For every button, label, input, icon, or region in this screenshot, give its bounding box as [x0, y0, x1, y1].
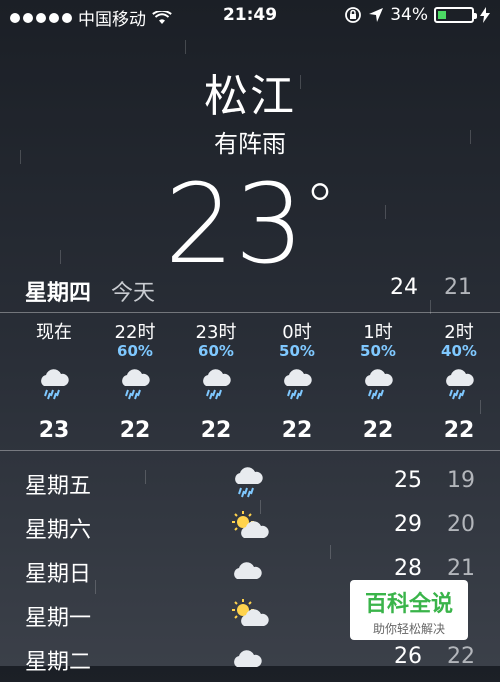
- day-low: 20: [447, 512, 475, 537]
- day-low: 19: [447, 468, 475, 493]
- current-temperature: 23°: [0, 160, 500, 288]
- rain-cloud-icon: [230, 464, 274, 500]
- day-name: 星期日: [25, 562, 92, 587]
- hourly-item: 23时 60% 22: [181, 318, 251, 443]
- precip-chance: 40%: [441, 342, 477, 360]
- day-high: 28: [394, 556, 422, 581]
- weather-condition: 有阵雨: [214, 130, 286, 158]
- hourly-item: 现在 23: [19, 318, 89, 443]
- day-name: 星期二: [25, 650, 92, 675]
- charging-bolt-icon: [480, 7, 490, 23]
- rain-cloud-icon: [181, 366, 251, 412]
- today-high: 24: [390, 275, 418, 300]
- day-high: 29: [394, 512, 422, 537]
- battery-icon: [434, 7, 477, 23]
- hourly-item: 0时 50% 22: [262, 318, 332, 443]
- hourly-item: 22时 60% 22: [100, 318, 170, 443]
- daily-row: 星期二 26 22: [25, 636, 475, 680]
- hour-label: 2时: [444, 322, 474, 343]
- rotation-lock-icon: [345, 7, 362, 23]
- day-low: 21: [447, 556, 475, 581]
- hour-temp: 22: [362, 418, 394, 443]
- precip-chance: 50%: [279, 342, 315, 360]
- precip-chance: [19, 342, 89, 366]
- day-low: 22: [447, 644, 475, 669]
- hour-temp: 22: [119, 418, 151, 443]
- rain-cloud-icon: [100, 366, 170, 412]
- battery-fill: [438, 11, 447, 19]
- divider: [0, 450, 500, 451]
- watermark-logo: 百科全说 助你轻松解决: [350, 580, 468, 640]
- degree-symbol: °: [304, 170, 336, 243]
- precip-chance: 50%: [360, 342, 396, 360]
- today-label: 今天: [111, 281, 156, 306]
- rain-cloud-icon: [424, 366, 494, 412]
- rain-cloud-icon: [19, 366, 89, 412]
- hourly-item: 1时 50% 22: [343, 318, 413, 443]
- hour-temp: 22: [281, 418, 313, 443]
- location-arrow-icon: [369, 8, 384, 22]
- hour-label: 22时: [114, 322, 156, 343]
- rain-cloud-icon: [343, 366, 413, 412]
- hour-temp: 23: [38, 418, 70, 443]
- cloud-icon: [230, 552, 274, 588]
- precip-chance: 60%: [117, 342, 153, 360]
- hour-label: 23时: [195, 322, 237, 343]
- rain-cloud-icon: [262, 366, 332, 412]
- battery-percent: 34%: [390, 5, 428, 25]
- hour-label: 0时: [282, 322, 312, 343]
- day-name: 星期一: [25, 606, 92, 631]
- hour-temp: 22: [443, 418, 475, 443]
- today-day: 星期四: [25, 281, 92, 306]
- day-name: 星期六: [25, 518, 92, 543]
- daily-row: 星期五 25 19: [25, 460, 475, 504]
- day-name: 星期五: [25, 474, 92, 499]
- day-high: 26: [394, 644, 422, 669]
- partly-sunny-icon: [230, 596, 274, 632]
- hour-label: 1时: [363, 322, 393, 343]
- today-low: 21: [444, 275, 472, 300]
- hourly-forecast[interactable]: 现在 23 22时 60% 22 23时 60% 22 0时 50% 22 1时…: [0, 318, 500, 448]
- daily-row: 星期六 29 20: [25, 504, 475, 548]
- hour-label: 现在: [36, 322, 72, 343]
- hourly-item: 2时 40% 22: [424, 318, 494, 443]
- temperature-value: 23: [164, 160, 305, 288]
- cloud-icon: [230, 640, 274, 676]
- status-bar: 中国移动 21:49 34%: [0, 0, 500, 32]
- precip-chance: 60%: [198, 342, 234, 360]
- watermark-title: 百科全说: [364, 592, 453, 617]
- day-high: 25: [394, 468, 422, 493]
- daily-forecast[interactable]: 星期五 25 19 星期六 29 20 星期日 28 21 星期一 28 星期二: [25, 460, 475, 680]
- city-name: 松江: [204, 71, 296, 122]
- partly-sunny-icon: [230, 508, 274, 544]
- today-row: 星期四 今天 24 21: [25, 275, 472, 306]
- divider: [0, 312, 500, 313]
- watermark-subtitle: 助你轻松解决: [372, 622, 445, 636]
- hour-temp: 22: [200, 418, 232, 443]
